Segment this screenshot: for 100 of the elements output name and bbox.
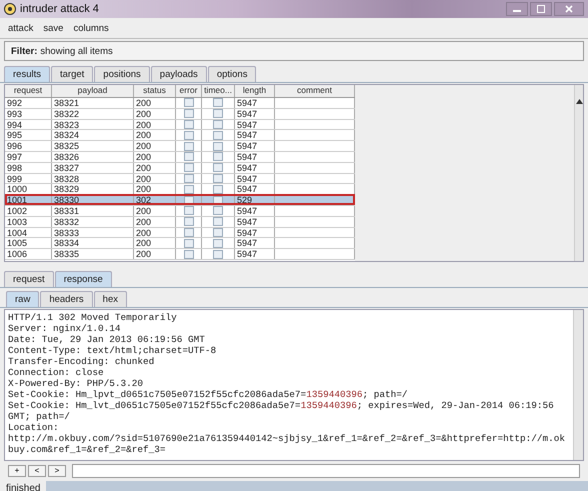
menu-item[interactable]: save [43, 22, 64, 34]
tab[interactable]: request [4, 271, 54, 287]
checkbox[interactable] [184, 217, 194, 226]
table-cell: 38335 [52, 249, 134, 259]
column-header[interactable]: payload [52, 85, 134, 97]
table-row[interactable]: 1004 38333 200 5947 [5, 228, 355, 238]
window-title: intruder attack 4 [20, 3, 99, 15]
checkbox[interactable] [213, 238, 223, 248]
search-field[interactable] [72, 464, 580, 478]
table-cell: 1004 [5, 228, 52, 238]
checkbox[interactable] [213, 142, 223, 151]
checkbox[interactable] [213, 250, 223, 259]
checkbox[interactable] [213, 152, 223, 162]
table-row[interactable]: 1005 38334 200 5947 [5, 238, 355, 250]
table-row[interactable]: 996 38325 200 5947 [5, 141, 355, 152]
checkbox[interactable] [213, 98, 223, 108]
minimize-button[interactable] [506, 2, 528, 16]
table-cell: 200 [134, 141, 176, 151]
table-cell: 38322 [52, 108, 134, 119]
checkbox[interactable] [184, 163, 194, 172]
table-cell: 38321 [52, 98, 134, 108]
tab[interactable]: results [4, 66, 50, 82]
column-header[interactable]: request [5, 85, 52, 97]
tab[interactable]: response [54, 271, 112, 287]
filter-bar[interactable]: Filter: showing all items [4, 41, 584, 61]
table-cell: 200 [134, 152, 176, 162]
table-cell: 200 [134, 108, 176, 119]
search-nav-button[interactable]: > [48, 465, 66, 477]
table-cell: 200 [134, 98, 176, 108]
column-header[interactable]: timeo... [202, 85, 235, 97]
table-row[interactable]: 997 38326 200 5947 [5, 152, 355, 163]
maximize-icon [537, 5, 545, 13]
checkbox[interactable] [184, 130, 194, 140]
table-cell: 38326 [52, 152, 134, 162]
column-header[interactable]: error [176, 85, 202, 97]
response-text: Server: nginx/1.0.14 [8, 323, 121, 334]
menu-item[interactable]: attack [8, 22, 34, 34]
table-row[interactable]: 1000 38329 200 5947 [5, 184, 355, 196]
table-cell: 5947 [235, 120, 275, 130]
checkbox[interactable] [184, 152, 194, 162]
tab[interactable]: headers [40, 291, 93, 307]
table-cell: 200 [134, 249, 176, 259]
checkbox[interactable] [213, 184, 223, 194]
checkbox[interactable] [213, 109, 223, 118]
scrollbar[interactable] [573, 310, 583, 460]
table-row[interactable]: 998 38327 200 5947 [5, 162, 355, 174]
scroll-up-icon[interactable] [576, 99, 582, 104]
table-row[interactable]: 992 38321 200 5947 [5, 98, 355, 109]
response-text: 1359440396 [300, 400, 357, 411]
tab[interactable]: target [50, 66, 94, 82]
table-cell: 5947 [235, 98, 275, 108]
table-cell: 996 [5, 141, 52, 151]
checkbox[interactable] [213, 163, 223, 172]
response-text: Transfer-Encoding: chunked [8, 356, 154, 367]
table-cell: 5947 [235, 162, 275, 173]
checkbox[interactable] [184, 184, 194, 194]
checkbox[interactable] [184, 206, 194, 216]
menu-item[interactable]: columns [73, 22, 109, 34]
table-cell: 995 [5, 130, 52, 140]
response-text: Content-Type: text/html;charset=UTF-8 [8, 345, 216, 356]
table-row[interactable]: 1006 38335 200 5947 [5, 249, 355, 260]
tab[interactable]: raw [6, 291, 40, 307]
checkbox[interactable] [213, 130, 223, 140]
checkbox[interactable] [213, 217, 223, 226]
checkbox[interactable] [184, 109, 194, 118]
tab[interactable]: hex [94, 291, 127, 307]
table-row[interactable]: 994 38323 200 5947 [5, 120, 355, 130]
table-row[interactable]: 999 38328 200 5947 [5, 174, 355, 184]
checkbox[interactable] [213, 206, 223, 216]
table-row[interactable]: 1001 38330 302 529 [5, 195, 355, 206]
table-cell: 200 [134, 130, 176, 140]
tab[interactable]: positions [94, 66, 150, 82]
table-cell: 200 [134, 184, 176, 194]
table-cell: 5947 [235, 174, 275, 184]
search-nav-button[interactable]: + [8, 465, 26, 477]
column-header[interactable]: length [235, 85, 275, 97]
maximize-button[interactable] [530, 2, 552, 16]
checkbox[interactable] [184, 142, 194, 151]
table-row[interactable]: 993 38322 200 5947 [5, 108, 355, 120]
checkbox[interactable] [184, 98, 194, 108]
close-button[interactable] [554, 2, 584, 16]
tab[interactable]: payloads [150, 66, 207, 82]
column-header[interactable]: status [134, 85, 176, 97]
table-cell: 997 [5, 152, 52, 162]
table-cell: 998 [5, 162, 52, 173]
tab[interactable]: options [208, 66, 256, 82]
table-cell: 5947 [235, 206, 275, 216]
table-cell: 5947 [235, 249, 275, 259]
table-cell: 1001 [5, 195, 52, 205]
checkbox[interactable] [184, 238, 194, 248]
checkbox[interactable] [184, 250, 194, 259]
response-text: buy.com&ref_1=&ref_2=&ref_3= [8, 444, 166, 455]
table-cell: 38333 [52, 228, 134, 238]
table-row[interactable]: 995 38324 200 5947 [5, 130, 355, 142]
table-cell: 200 [134, 120, 176, 130]
table-cell: 200 [134, 162, 176, 173]
table-row[interactable]: 1003 38332 200 5947 [5, 216, 355, 228]
table-row[interactable]: 1002 38331 200 5947 [5, 206, 355, 217]
scrollbar[interactable] [574, 85, 583, 261]
search-nav-button[interactable]: < [28, 465, 46, 477]
